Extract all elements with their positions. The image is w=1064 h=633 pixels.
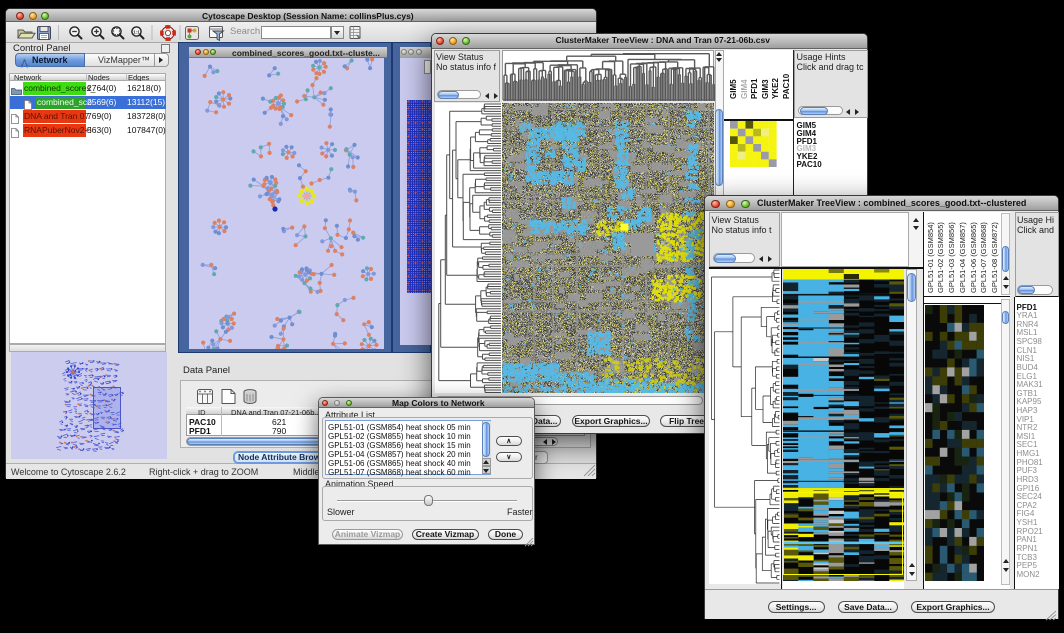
svg-text:1:1: 1:1 <box>133 30 140 35</box>
